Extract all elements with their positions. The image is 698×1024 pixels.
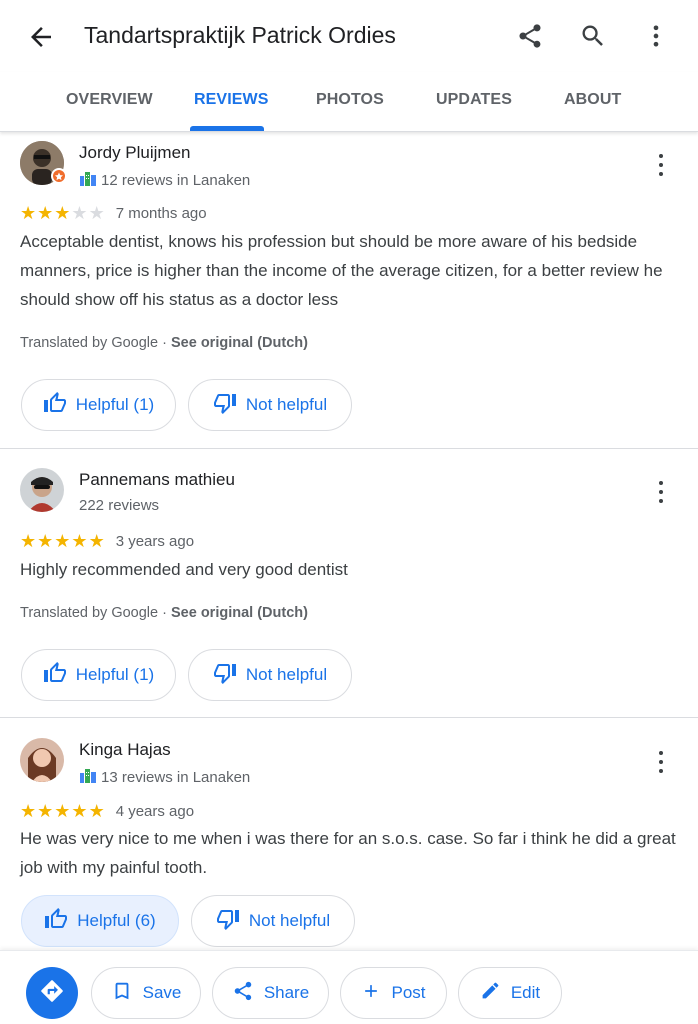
not-helpful-label: Not helpful <box>248 911 331 930</box>
not-helpful-label: Not helpful <box>245 395 328 414</box>
helpful-button[interactable]: Helpful (1) <box>21 649 176 701</box>
see-original-link[interactable]: See original (Dutch) <box>171 335 308 351</box>
star-filled-icon: ★ <box>54 203 71 223</box>
back-arrow-icon[interactable] <box>26 22 56 52</box>
review-time: 4 years ago <box>115 802 195 820</box>
review-meta: 12 reviews in Lanaken <box>79 170 250 190</box>
review-meta: 222 reviews <box>79 497 159 514</box>
avatar[interactable] <box>20 738 64 782</box>
review-time: 3 years ago <box>115 532 195 550</box>
share-icon[interactable] <box>514 20 546 52</box>
bookmark-icon <box>111 980 133 1007</box>
bottom-action-bar: Save Share Post Edit <box>0 950 698 1024</box>
city-icon <box>79 170 97 190</box>
not-helpful-label: Not helpful <box>245 665 328 684</box>
directions-button[interactable] <box>26 967 78 1019</box>
star-filled-icon: ★ <box>20 531 37 551</box>
star-filled-icon: ★ <box>88 801 105 821</box>
review-time: 7 months ago <box>115 204 207 222</box>
tab-overview[interactable]: OVERVIEW <box>66 91 153 109</box>
app-bar: Tandartspraktijk Patrick Ordies <box>0 0 698 72</box>
star-empty-icon: ★ <box>71 203 88 223</box>
plus-icon <box>361 981 381 1006</box>
rating-row: ★ ★ ★ ★ ★ 7 months ago <box>20 204 207 222</box>
helpful-button[interactable]: Helpful (6) <box>21 895 179 947</box>
star-empty-icon: ★ <box>88 203 105 223</box>
local-guide-badge <box>51 168 67 184</box>
star-filled-icon: ★ <box>54 801 71 821</box>
see-original-link[interactable]: See original (Dutch) <box>171 605 308 621</box>
review-text: Highly recommended and very good dentist <box>20 560 348 579</box>
not-helpful-button[interactable]: Not helpful <box>191 895 355 947</box>
star-filled-icon: ★ <box>20 801 37 821</box>
share-button[interactable]: Share <box>212 967 329 1019</box>
helpful-label: Helpful (6) <box>77 911 156 930</box>
review-meta-text: 222 reviews <box>79 497 160 514</box>
star-rating: ★ ★ ★ ★ ★ <box>20 532 105 550</box>
tab-reviews[interactable]: REVIEWS <box>194 91 269 109</box>
tab-bar: OVERVIEW REVIEWS PHOTOS UPDATES ABOUT <box>0 72 698 132</box>
thumb-down-icon <box>213 391 237 420</box>
star-filled-icon: ★ <box>37 203 54 223</box>
star-filled-icon: ★ <box>37 801 54 821</box>
thumb-up-icon <box>43 661 67 690</box>
review-meta-text: 12 reviews in Lanaken <box>101 171 251 189</box>
star-filled-icon: ★ <box>20 203 37 223</box>
save-button[interactable]: Save <box>91 967 201 1019</box>
star-filled-icon: ★ <box>71 801 88 821</box>
directions-icon <box>39 978 65 1009</box>
tab-updates[interactable]: UPDATES <box>436 91 512 109</box>
star-filled-icon: ★ <box>54 531 71 551</box>
save-label: Save <box>142 983 182 1002</box>
tab-photos[interactable]: PHOTOS <box>316 91 384 109</box>
helpful-button[interactable]: Helpful (1) <box>21 379 176 431</box>
translation-note: Translated by Google · See original (Dut… <box>20 605 308 621</box>
helpful-label: Helpful (1) <box>75 665 155 684</box>
review-meta-text: 13 reviews in Lanaken <box>101 768 251 786</box>
share-icon <box>232 980 254 1007</box>
helpful-label: Helpful (1) <box>75 395 155 414</box>
review-author[interactable]: Pannemans mathieu <box>79 470 235 490</box>
review-text: He was very nice to me when i was there … <box>20 829 676 877</box>
place-title: Tandartspraktijk Patrick Ordies <box>84 22 396 48</box>
thumb-up-icon <box>44 907 68 936</box>
post-label: Post <box>391 983 426 1002</box>
pencil-icon <box>480 980 501 1006</box>
edit-label: Edit <box>510 983 541 1002</box>
search-icon[interactable] <box>577 20 609 52</box>
star-filled-icon: ★ <box>71 531 88 551</box>
star-rating: ★ ★ ★ ★ ★ <box>20 204 105 222</box>
edit-button[interactable]: Edit <box>458 967 562 1019</box>
thumb-down-icon <box>216 907 240 936</box>
post-button[interactable]: Post <box>340 967 447 1019</box>
avatar[interactable] <box>20 468 64 512</box>
review-more-icon[interactable] <box>650 749 672 775</box>
city-icon <box>79 767 97 787</box>
review-divider <box>0 448 698 449</box>
review-text: Acceptable dentist, knows his profession… <box>20 232 663 309</box>
star-rating: ★ ★ ★ ★ ★ <box>20 802 105 820</box>
share-label: Share <box>263 983 310 1002</box>
active-tab-indicator <box>190 126 264 131</box>
review-divider <box>0 717 698 718</box>
translation-note: Translated by Google · See original (Dut… <box>20 335 308 351</box>
star-filled-icon: ★ <box>37 531 54 551</box>
star-filled-icon: ★ <box>88 531 105 551</box>
rating-row: ★ ★ ★ ★ ★ 4 years ago <box>20 802 194 820</box>
translated-by-label: Translated by Google · <box>20 605 171 621</box>
review-more-icon[interactable] <box>650 479 672 505</box>
rating-row: ★ ★ ★ ★ ★ 3 years ago <box>20 532 194 550</box>
thumb-up-icon <box>43 391 67 420</box>
tab-about[interactable]: ABOUT <box>564 91 621 109</box>
translated-by-label: Translated by Google · <box>20 335 171 351</box>
not-helpful-button[interactable]: Not helpful <box>188 649 352 701</box>
review-author[interactable]: Jordy Pluijmen <box>79 143 191 163</box>
not-helpful-button[interactable]: Not helpful <box>188 379 352 431</box>
review-more-icon[interactable] <box>650 152 672 178</box>
thumb-down-icon <box>213 661 237 690</box>
review-meta: 13 reviews in Lanaken <box>79 767 250 787</box>
review-author[interactable]: Kinga Hajas <box>79 740 171 760</box>
more-vert-icon[interactable] <box>640 20 672 52</box>
